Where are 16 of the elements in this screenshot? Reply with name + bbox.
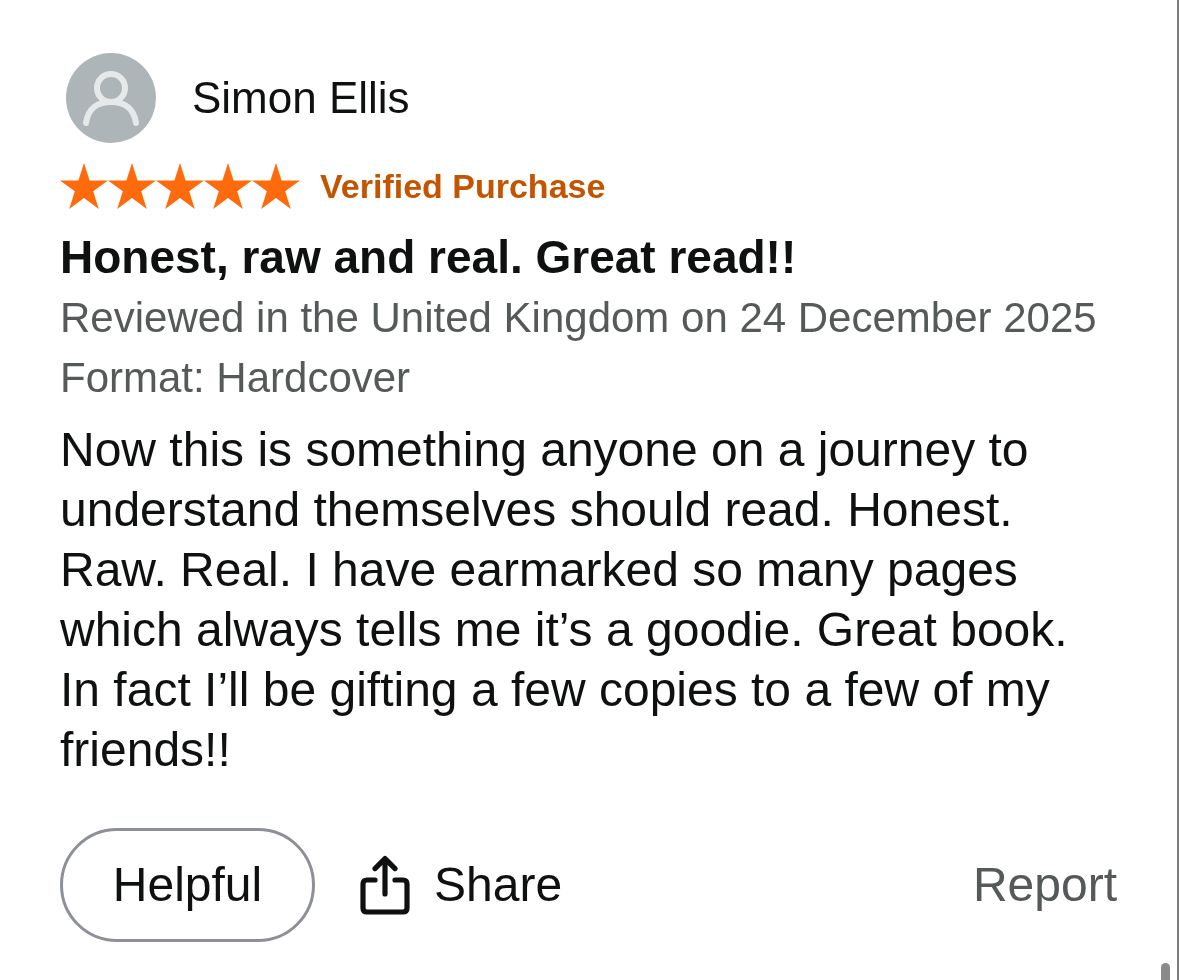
helpful-button[interactable]: Helpful xyxy=(60,828,315,942)
report-link[interactable]: Report xyxy=(972,857,1117,913)
review-date: Reviewed in the United Kingdom on 24 December 2025 xyxy=(60,293,1098,343)
share-button[interactable]: Share xyxy=(360,855,563,915)
review-text: Now this is something anyone on a journey to understand themselves should read. Honest. Raw. Real. I have earmarked so many pages which always tells me it’s a goodie. Great book. In fact I’ll be gifting a few copies to a few of my friends!! xyxy=(60,422,1069,778)
share-icon xyxy=(360,855,410,915)
verified-purchase-label: Verified Purchase xyxy=(320,166,606,207)
review-title: Honest, raw and real. Great read!! xyxy=(60,230,798,285)
star-icon xyxy=(156,163,204,209)
star-icon xyxy=(252,163,300,209)
format-label: Format: Hardcover xyxy=(60,353,412,403)
star-icon xyxy=(204,163,252,209)
star-icon xyxy=(60,163,108,209)
star-icon xyxy=(108,163,156,209)
avatar-icon xyxy=(66,53,156,143)
reviewer-name: Simon Ellis xyxy=(192,72,410,124)
